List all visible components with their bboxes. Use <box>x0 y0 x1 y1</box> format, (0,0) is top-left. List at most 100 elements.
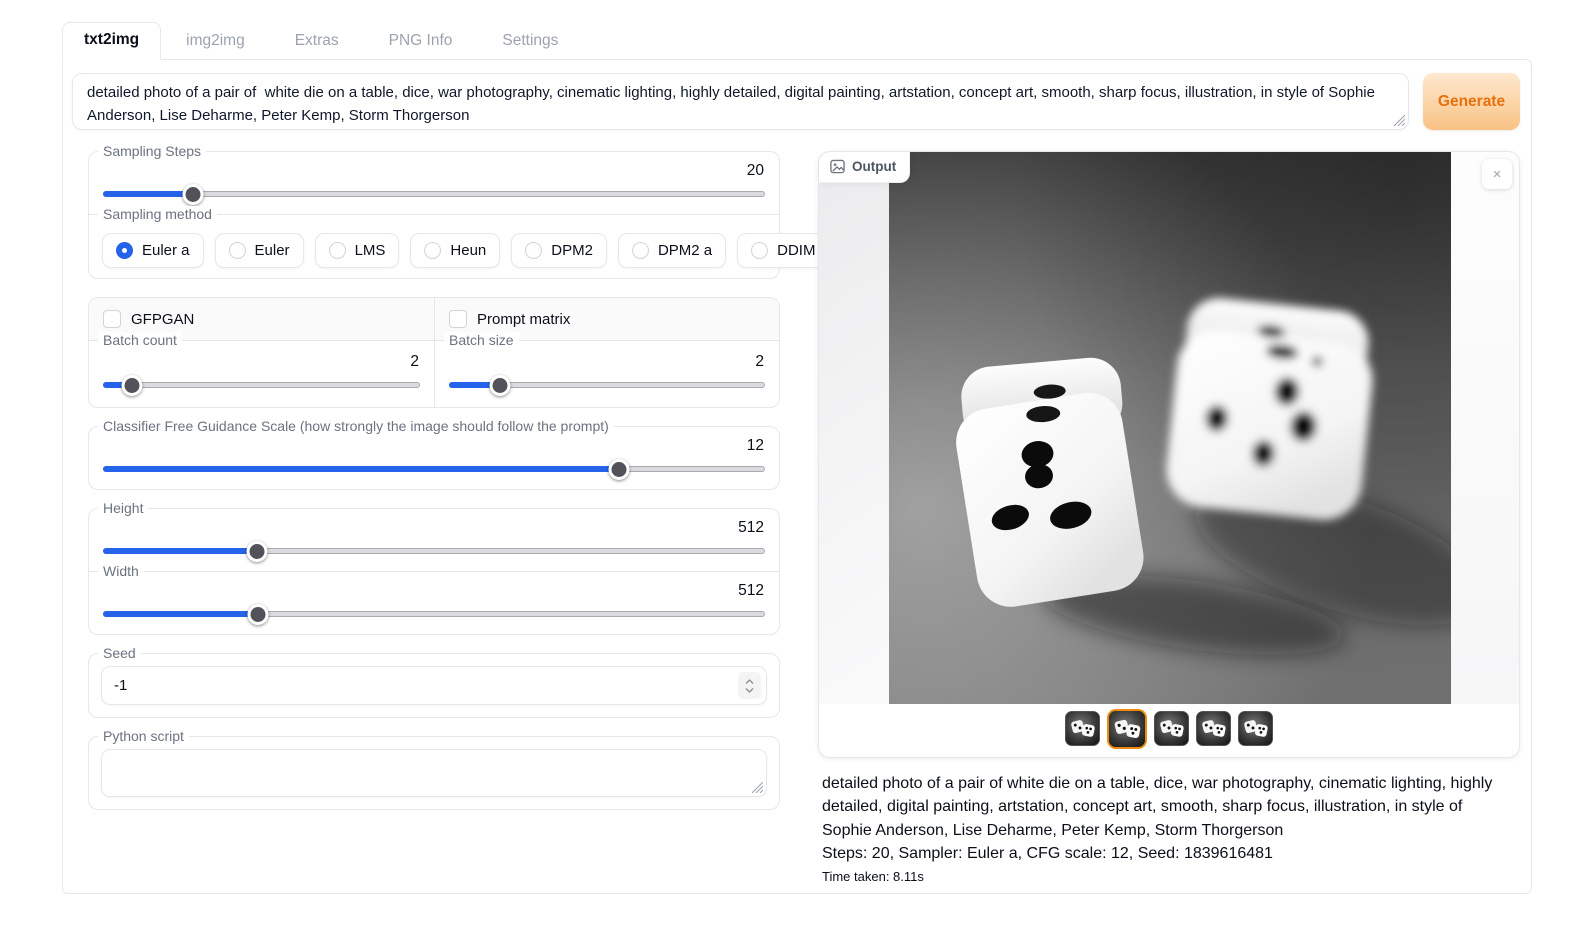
gfpgan-label: GFPGAN <box>131 311 194 328</box>
sampler-option-label: DDIM <box>777 242 815 259</box>
content-columns: Sampling Steps 20 Sampling method Eule <box>72 143 1520 887</box>
radio-icon <box>632 242 649 259</box>
sampler-option-label: Euler a <box>142 242 190 259</box>
thumbnail-5[interactable] <box>1238 711 1273 746</box>
tab-img2img[interactable]: img2img <box>161 24 270 59</box>
python-script-box <box>101 749 767 797</box>
slider-knob[interactable] <box>609 459 630 480</box>
sampler-option-lms[interactable]: LMS <box>315 233 400 268</box>
thumbnail-1[interactable] <box>1065 711 1100 746</box>
seed-label: Seed <box>98 645 141 661</box>
output-label-text: Output <box>852 159 896 174</box>
output-image[interactable] <box>889 152 1451 704</box>
spinner-up-icon[interactable] <box>745 679 754 685</box>
die-right <box>1163 294 1380 523</box>
prompt-matrix-label: Prompt matrix <box>477 311 570 328</box>
sampling-steps-slider[interactable] <box>103 183 765 204</box>
height-group: Height 512 <box>88 508 780 572</box>
slider-knob[interactable] <box>183 184 204 205</box>
thumbnail-3[interactable] <box>1154 711 1189 746</box>
generate-button[interactable]: Generate <box>1423 73 1520 130</box>
sampler-options: Euler a Euler LMS Heun <box>102 233 766 268</box>
sampler-option-euler-a[interactable]: Euler a <box>102 233 204 268</box>
thumbnail-4[interactable] <box>1196 711 1231 746</box>
batch-count-group: Batch count 2 <box>89 341 434 407</box>
sampling-method-group: Sampling method Euler a Euler LMS <box>88 214 780 279</box>
prompt-matrix-checkbox[interactable] <box>449 310 467 328</box>
slider-knob[interactable] <box>247 541 268 562</box>
slider-track[interactable] <box>103 382 420 388</box>
stage-left-fill <box>819 152 889 704</box>
sampler-option-dpm2[interactable]: DPM2 <box>511 233 607 268</box>
width-label: Width <box>98 563 144 579</box>
output-panel-label: Output <box>819 152 910 183</box>
tab-strip: txt2img img2img Extras PNG Info Settings <box>62 25 1532 59</box>
output-column: Output × <box>818 151 1520 887</box>
slider-fill <box>103 548 257 554</box>
thumbnail-2-selected[interactable] <box>1107 709 1147 749</box>
prompt-box: detailed photo of a pair of white die on… <box>72 73 1409 130</box>
radio-icon <box>424 242 441 259</box>
options-grid: GFPGAN Prompt matrix Batch count 2 <box>88 297 780 408</box>
spinner-down-icon[interactable] <box>745 687 754 693</box>
image-icon <box>830 159 845 174</box>
caption-params: Steps: 20, Sampler: Euler a, CFG scale: … <box>822 842 1512 865</box>
tab-txt2img[interactable]: txt2img <box>62 22 161 60</box>
cfg-scale-label: Classifier Free Guidance Scale (how stro… <box>98 418 614 434</box>
tab-settings[interactable]: Settings <box>477 24 583 59</box>
batch-size-slider[interactable] <box>449 374 765 395</box>
seed-input[interactable] <box>102 667 766 704</box>
gfpgan-checkbox[interactable] <box>103 310 121 328</box>
sampler-option-euler[interactable]: Euler <box>215 233 304 268</box>
sampler-option-ddim[interactable]: DDIM <box>737 233 829 268</box>
batch-count-slider[interactable] <box>103 374 420 395</box>
slider-fill <box>103 191 193 197</box>
close-output-button[interactable]: × <box>1482 159 1512 189</box>
thumbnail-strip <box>819 704 1519 757</box>
sampling-steps-value: 20 <box>102 162 764 180</box>
slider-fill <box>103 611 258 617</box>
seed-group: Seed <box>88 653 780 718</box>
tab-png-info[interactable]: PNG Info <box>364 24 478 59</box>
cfg-scale-slider[interactable] <box>103 458 765 479</box>
height-value: 512 <box>102 519 764 537</box>
batch-count-label: Batch count <box>98 332 182 348</box>
settings-column: Sampling Steps 20 Sampling method Eule <box>88 143 780 887</box>
slider-fill <box>103 466 619 472</box>
sampler-option-dpm2-a[interactable]: DPM2 a <box>618 233 726 268</box>
time-taken: Time taken: 8.11s <box>822 868 1512 887</box>
python-script-label: Python script <box>98 728 189 744</box>
number-spinner[interactable] <box>738 672 761 699</box>
generation-info: detailed photo of a pair of white die on… <box>818 758 1520 887</box>
slider-knob[interactable] <box>489 375 510 396</box>
height-slider[interactable] <box>103 540 765 561</box>
prompt-input[interactable]: detailed photo of a pair of white die on… <box>73 74 1408 129</box>
image-stage <box>819 152 1519 704</box>
sampler-option-label: DPM2 a <box>658 242 712 259</box>
height-label: Height <box>98 500 148 516</box>
python-script-input[interactable] <box>102 750 766 796</box>
slider-knob[interactable] <box>121 375 142 396</box>
batch-count-value: 2 <box>102 353 419 371</box>
sampler-option-label: Heun <box>450 242 486 259</box>
slider-knob[interactable] <box>247 604 268 625</box>
width-slider[interactable] <box>103 603 765 624</box>
sampler-option-label: LMS <box>355 242 386 259</box>
prompt-row: detailed photo of a pair of white die on… <box>72 73 1520 130</box>
caption-prompt: detailed photo of a pair of white die on… <box>822 772 1512 842</box>
radio-icon <box>751 242 768 259</box>
width-value: 512 <box>102 582 764 600</box>
seed-input-box <box>101 666 767 705</box>
radio-icon <box>229 242 246 259</box>
sampler-option-heun[interactable]: Heun <box>410 233 500 268</box>
txt2img-panel: detailed photo of a pair of white die on… <box>62 59 1532 894</box>
tab-extras[interactable]: Extras <box>270 24 364 59</box>
python-script-group: Python script <box>88 736 780 810</box>
radio-icon <box>525 242 542 259</box>
batch-size-group: Batch size 2 <box>434 341 779 407</box>
batch-size-label: Batch size <box>444 332 519 348</box>
cfg-scale-group: Classifier Free Guidance Scale (how stro… <box>88 426 780 490</box>
batch-size-value: 2 <box>448 353 764 371</box>
stage-right-fill <box>1451 152 1519 704</box>
sampler-option-label: Euler <box>255 242 290 259</box>
